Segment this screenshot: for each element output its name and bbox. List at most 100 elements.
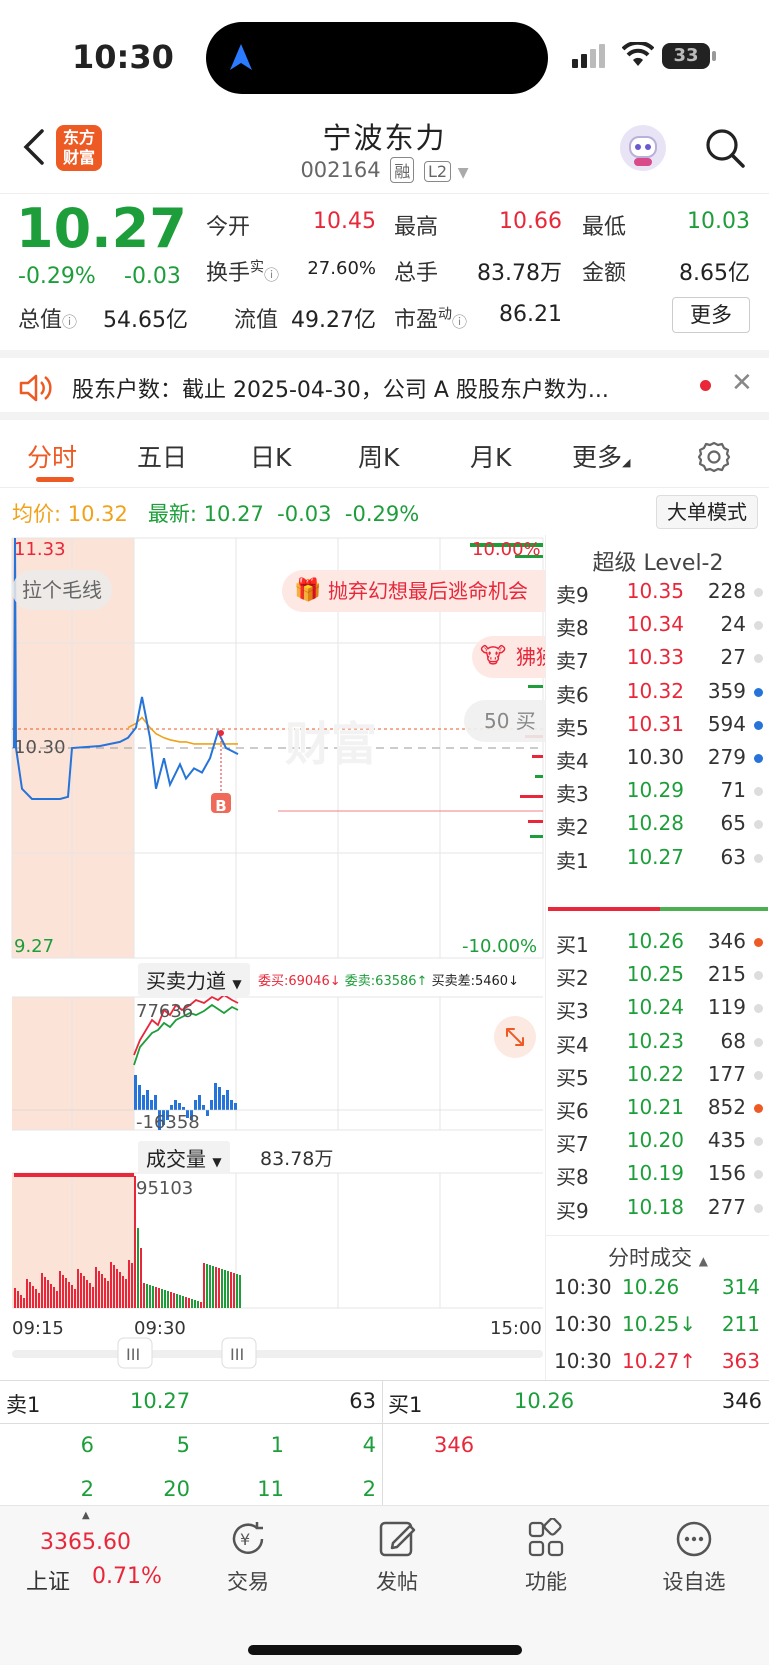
force-diff: 买卖差:5460 [431, 974, 509, 989]
nav-trade[interactable]: ¥ 交易 [198, 1518, 298, 1596]
ask-row[interactable]: 卖4 10.30 279 [546, 745, 769, 780]
info-icon[interactable]: ⓘ [62, 313, 77, 331]
volume-bar [176, 1294, 178, 1308]
bid-row[interactable]: 买9 10.18 277 [546, 1195, 769, 1230]
stock-code: 002164 [300, 158, 381, 182]
ask-row[interactable]: 卖9 10.35 228 [546, 579, 769, 614]
index-name: 上证 [26, 1570, 71, 1595]
trade-time: 10:30 [554, 1275, 612, 1299]
force-selector[interactable]: 买卖力道 ▼ [138, 963, 250, 996]
ask-row[interactable]: 卖8 10.34 24 [546, 612, 769, 647]
bid-row[interactable]: 买3 10.24 119 [546, 995, 769, 1030]
active-tab-indicator [36, 477, 74, 482]
handle-grip-left: III [126, 1345, 140, 1364]
buy-count-tag[interactable]: 50 买 [464, 700, 545, 742]
expand-icon[interactable] [494, 1016, 536, 1058]
bq-bid-price: 10.26 [514, 1389, 575, 1413]
volume-bar [44, 1277, 46, 1308]
info-icon[interactable]: ⓘ [452, 313, 467, 331]
force-stats: 委买:69046↓ 委卖:63586↑ 买卖差:5460↓ [258, 970, 519, 989]
ask-row[interactable]: 卖5 10.31 594 [546, 712, 769, 747]
divider [382, 1381, 383, 1505]
close-icon[interactable]: ✕ [731, 368, 753, 398]
caret-icon: ◢ [622, 456, 631, 469]
grid-apps-icon [528, 1518, 564, 1557]
tab-intraday[interactable]: 分时 [27, 438, 77, 474]
settings-gear-icon[interactable] [697, 440, 731, 474]
volume-bar [77, 1269, 79, 1308]
ask-indicator-dot [754, 687, 763, 697]
volume-bar [209, 1265, 211, 1308]
ask-row[interactable]: 卖6 10.32 359 [546, 679, 769, 714]
time-slider-track[interactable] [12, 1350, 543, 1358]
ai-robot-icon[interactable] [620, 125, 666, 171]
tab-daily-k[interactable]: 日K [250, 438, 291, 474]
volume-bar [68, 1282, 70, 1308]
volume-bar [131, 1263, 133, 1308]
ask-row[interactable]: 卖2 10.28 65 [546, 811, 769, 846]
high-value: 10.66 [499, 209, 562, 234]
volume-bar [116, 1269, 118, 1308]
ask-indicator-dot [754, 621, 763, 631]
big-order-mode-button[interactable]: 大单模式 [656, 495, 758, 529]
volume-selector[interactable]: 成交量 ▼ [138, 1141, 230, 1174]
mascot-banner[interactable]: 🐮 狒狒 [472, 636, 545, 678]
volume-bar [86, 1280, 88, 1308]
bid-row[interactable]: 买6 10.21 852 [546, 1095, 769, 1130]
tab-more[interactable]: 更多◢ [572, 438, 630, 474]
tab-weekly-k[interactable]: 周K [358, 438, 399, 474]
ask-row[interactable]: 卖7 10.33 27 [546, 645, 769, 680]
bid-row[interactable]: 买2 10.25 215 [546, 962, 769, 997]
nav-features[interactable]: 功能 [496, 1518, 596, 1596]
search-icon[interactable] [704, 127, 746, 169]
volume-bar [203, 1263, 205, 1308]
more-button[interactable]: 更多 [672, 297, 750, 333]
tab-five-day[interactable]: 五日 [137, 438, 187, 474]
bid-row[interactable]: 买5 10.22 177 [546, 1062, 769, 1097]
ask-price: 10.34 [626, 612, 684, 637]
open-label: 今开 [206, 215, 251, 240]
bq-ask-price: 10.27 [130, 1389, 191, 1413]
bottom-pct-label: -10.00% [462, 936, 538, 957]
trade-time: 10:30 [554, 1349, 612, 1373]
bid-row[interactable]: 买4 10.23 68 [546, 1029, 769, 1064]
trades-title: 分时成交 [608, 1246, 693, 1270]
bid-volume: 852 [707, 1095, 746, 1119]
bid-indicator-dot [754, 1170, 763, 1180]
nav-post[interactable]: 发帖 [347, 1518, 447, 1596]
intraday-chart[interactable]: 财富 III III [0, 535, 545, 1380]
latest-value: 10.27 [203, 502, 264, 526]
volume-bar [140, 1248, 142, 1308]
ask-price: 10.33 [626, 645, 684, 670]
bq-bid-vol: 346 [721, 1389, 762, 1413]
caret-up-icon: ▲ [698, 1254, 708, 1268]
ask-queue-item: 20 [163, 1477, 190, 1501]
ask-volume: 594 [707, 711, 746, 736]
bid-row[interactable]: 买7 10.20 435 [546, 1128, 769, 1163]
promo-banner[interactable]: 🎁 抛弃幻想最后逃命机会 [282, 570, 545, 612]
ask-row[interactable]: 卖1 10.27 63 [546, 845, 769, 880]
bid-price: 10.26 [626, 929, 684, 953]
ask-level-label: 卖8 [556, 616, 589, 641]
trades-header[interactable]: 分时成交 ▲ [546, 1235, 769, 1272]
notice-bar[interactable]: 股东户数：截止 2025-04-30，公司 A 股股东户数为... ✕ [0, 350, 769, 420]
bq-ask-label: 卖1 [6, 1393, 41, 1417]
tab-monthly-k[interactable]: 月K [470, 438, 511, 474]
volume-bar [206, 1264, 208, 1308]
b-marker-label: B [215, 797, 227, 815]
volume-bar [152, 1286, 154, 1308]
hint-bubble[interactable]: 拉个毛线 [12, 570, 112, 610]
nav-add-watchlist[interactable]: 设自选 [644, 1518, 744, 1596]
bid-row[interactable]: 买1 10.26 346 [546, 929, 769, 964]
ask-indicator-dot [754, 853, 763, 863]
index-ticker[interactable]: ▲ 3365.60 上证 0.71% [0, 1506, 165, 1606]
volume-bar [233, 1273, 235, 1308]
promo-banner-text: 抛弃幻想最后逃命机会 [328, 579, 528, 603]
info-icon[interactable]: ⓘ [264, 266, 279, 284]
price-info-line: 均价: 10.32 最新: 10.27 -0.03 -0.29% [12, 498, 419, 528]
volume-label: 总手 [394, 261, 439, 286]
bid-row[interactable]: 买8 10.19 156 [546, 1161, 769, 1196]
volume-bar [158, 1288, 160, 1308]
volume-title: 成交量 [146, 1147, 206, 1171]
ask-row[interactable]: 卖3 10.29 71 [546, 778, 769, 813]
